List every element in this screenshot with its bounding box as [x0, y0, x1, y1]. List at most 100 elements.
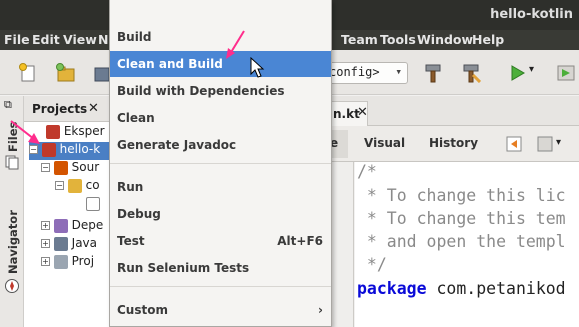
- menu-item-label: Build with Dependencies: [117, 84, 285, 98]
- compass-icon: [5, 279, 19, 293]
- menu-item-debug[interactable]: Debug: [110, 201, 331, 227]
- package-keyword: package: [357, 279, 427, 298]
- menu-file[interactable]: File: [4, 32, 30, 47]
- editor-toolbar: e Visual History ▾: [330, 126, 579, 162]
- menu-item-shortcut: Alt+F6: [277, 234, 323, 248]
- debug-icon[interactable]: [556, 63, 576, 83]
- expand-icon[interactable]: +: [41, 257, 50, 266]
- menu-separator: [110, 163, 331, 164]
- project-icon: [41, 142, 56, 157]
- menu-item-label: Custom: [117, 303, 168, 317]
- tree-node-kotlin-file[interactable]: [86, 196, 110, 214]
- menu-item-label: Clean and Build: [117, 57, 223, 71]
- build-icon[interactable]: [423, 63, 443, 83]
- projects-tab-label: Projects: [32, 102, 88, 116]
- editor-gutter: [330, 162, 354, 327]
- code-line: package com.petanikod: [357, 279, 566, 298]
- chevron-down-icon[interactable]: ▾: [556, 137, 561, 148]
- new-file-icon[interactable]: [18, 63, 38, 83]
- project-files-icon: [53, 254, 68, 269]
- tree-node-dependencies[interactable]: + Depe: [41, 218, 110, 236]
- expand-icon[interactable]: +: [41, 221, 50, 230]
- projects-panel: Projects ✕ Eksper − hello-k − Sour − co …: [24, 96, 110, 327]
- run-dropdown-icon[interactable]: ▾: [529, 64, 534, 75]
- expand-icon[interactable]: +: [41, 239, 50, 248]
- menu-tools[interactable]: Tools: [380, 32, 416, 47]
- tree-node-label: Proj: [71, 254, 95, 268]
- package-icon: [67, 178, 82, 193]
- menu-item-test[interactable]: Test Alt+F6: [110, 228, 331, 254]
- code-line: * To change this tem: [357, 209, 566, 228]
- files-icon: [5, 155, 19, 170]
- menu-item-label: Debug: [117, 207, 161, 221]
- menu-item-label: Run Selenium Tests: [117, 261, 250, 275]
- collapse-icon[interactable]: −: [41, 163, 50, 172]
- menu-item-run-selenium-tests[interactable]: Run Selenium Tests: [110, 255, 331, 281]
- new-project-icon[interactable]: [56, 63, 76, 83]
- back-icon[interactable]: [506, 136, 522, 152]
- source-tab[interactable]: e: [330, 130, 348, 158]
- menu-view[interactable]: View: [63, 32, 97, 47]
- code-line: */: [357, 255, 387, 274]
- menu-item-label: Test: [117, 234, 145, 248]
- window-title: hello-kotlin: [490, 7, 573, 22]
- menu-item-label: Build: [117, 30, 152, 44]
- tree-node-java[interactable]: + Java: [41, 236, 110, 254]
- config-select[interactable]: config> ▾: [322, 62, 408, 84]
- menu-team[interactable]: Team: [341, 32, 378, 47]
- menu-help[interactable]: Help: [472, 32, 504, 47]
- menu-item-run[interactable]: Run: [110, 174, 331, 200]
- forward-icon[interactable]: [537, 136, 553, 152]
- editor-file-tab[interactable]: n.kt ✕: [330, 101, 368, 126]
- run-menu-dropdown: Build Clean and Build Build with Depende…: [109, 0, 332, 327]
- kotlin-file-icon: [86, 196, 100, 211]
- tree-node-hello-kotlin[interactable]: − hello-k: [29, 142, 110, 160]
- source-package-icon: [53, 160, 68, 175]
- left-side-strip: ⧉ Files Navigator: [0, 96, 24, 327]
- code-line: * and open the templ: [357, 232, 566, 251]
- history-tab[interactable]: History: [429, 136, 478, 150]
- menu-window[interactable]: Window: [417, 32, 473, 47]
- tree-node-label: Java: [71, 236, 98, 250]
- tree-node-label: Depe: [71, 218, 104, 232]
- files-side-tab[interactable]: Files: [6, 122, 20, 152]
- tree-node-source[interactable]: − Sour: [41, 160, 110, 178]
- menu-item-build-with-dependencies[interactable]: Build with Dependencies: [110, 78, 331, 104]
- menu-edit[interactable]: Edit: [32, 32, 60, 47]
- tree-node-label: hello-k: [59, 142, 101, 156]
- tree-node-label: Sour: [71, 160, 100, 174]
- restore-window-icon[interactable]: ⧉: [4, 98, 12, 112]
- tree-node-project-files[interactable]: + Proj: [41, 254, 110, 272]
- menu-item-generate-javadoc[interactable]: Generate Javadoc: [110, 132, 331, 158]
- code-editor[interactable]: /* * To change this lic * To change this…: [355, 162, 579, 327]
- dependencies-icon: [53, 218, 68, 233]
- code-line: /*: [357, 162, 377, 181]
- menu-item-clean-and-build[interactable]: Clean and Build: [110, 51, 331, 77]
- projects-tab[interactable]: Projects ✕: [24, 96, 110, 122]
- config-select-value: config>: [329, 65, 380, 79]
- visual-tab[interactable]: Visual: [364, 136, 405, 150]
- tree-node-eksper[interactable]: Eksper: [46, 124, 110, 142]
- tree-node-package[interactable]: − co: [55, 178, 110, 196]
- collapse-icon[interactable]: −: [29, 145, 38, 154]
- menu-item-label: Run: [117, 180, 144, 194]
- menu-item-label: Generate Javadoc: [117, 138, 237, 152]
- chevron-down-icon: ▾: [395, 65, 402, 78]
- run-icon[interactable]: [507, 63, 527, 83]
- menu-item-clean[interactable]: Clean: [110, 105, 331, 131]
- menu-item-custom[interactable]: Custom ›: [110, 297, 331, 323]
- collapse-icon[interactable]: −: [55, 181, 64, 190]
- clean-build-icon[interactable]: [461, 63, 481, 83]
- tree-node-label: Eksper: [63, 124, 105, 138]
- chevron-right-icon: ›: [318, 303, 323, 317]
- project-icon: [46, 124, 60, 139]
- menu-item-label: Clean: [117, 111, 155, 125]
- navigator-side-tab[interactable]: Navigator: [6, 210, 20, 274]
- menu-navigate[interactable]: N: [98, 32, 108, 47]
- close-icon[interactable]: ✕: [357, 105, 368, 120]
- menu-item-build[interactable]: Build: [110, 24, 331, 50]
- file-tab-label: n.kt: [333, 107, 360, 121]
- code-line: * To change this lic: [357, 186, 566, 205]
- java-icon: [53, 236, 68, 251]
- close-icon[interactable]: ✕: [88, 101, 99, 116]
